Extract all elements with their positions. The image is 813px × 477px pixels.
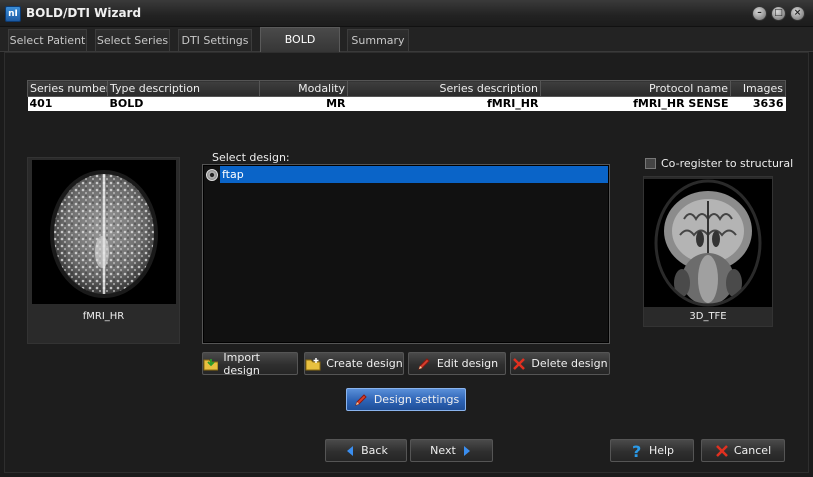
col-series-number[interactable]: Series number <box>27 80 108 97</box>
series-thumbnail-panel: fMRI_HR <box>27 157 180 344</box>
back-button[interactable]: Back <box>325 439 407 462</box>
tab-summary[interactable]: Summary <box>347 29 409 51</box>
svg-text:?: ? <box>632 443 641 459</box>
col-images[interactable]: Images <box>730 80 786 97</box>
cell-modality: MR <box>259 96 348 111</box>
edit-design-label: Edit design <box>436 357 499 370</box>
select-design-label: Select design: <box>212 151 290 164</box>
pencil-icon <box>418 357 430 370</box>
series-table: Series number Type description Modality … <box>27 80 786 111</box>
tab-dti-settings[interactable]: DTI Settings <box>178 29 252 51</box>
create-design-label: Create design <box>326 357 403 370</box>
structural-thumbnail-label: 3D_TFE <box>689 311 727 322</box>
coregister-checkbox[interactable] <box>645 158 656 169</box>
cancel-label: Cancel <box>733 444 772 457</box>
design-list[interactable]: ftap <box>202 164 610 344</box>
help-question-icon: ? <box>632 443 641 459</box>
window-title: BOLD/DTI Wizard <box>26 6 142 20</box>
import-design-label: Import design <box>223 350 260 377</box>
help-label: Help <box>648 444 675 457</box>
app-icon: nI <box>5 6 21 22</box>
close-button[interactable]: × <box>790 6 805 21</box>
structural-thumbnail-panel: 3D_TFE <box>643 176 773 327</box>
arrow-left-icon <box>347 445 354 456</box>
design-settings-button[interactable]: Design settings <box>346 388 466 411</box>
delete-design-label: Delete design <box>531 357 608 370</box>
delete-x-icon <box>513 357 526 370</box>
tab-select-series[interactable]: Select Series <box>95 29 170 51</box>
design-radio[interactable] <box>206 169 218 181</box>
col-series-description[interactable]: Series description <box>347 80 541 97</box>
help-button[interactable]: ? Help <box>610 439 694 462</box>
next-label: Next <box>430 444 456 457</box>
tab-bar: Select Patient Select Series DTI Setting… <box>0 27 813 70</box>
coregister-label: Co-register to structural <box>661 157 794 170</box>
arrow-right-icon <box>463 445 470 456</box>
cancel-x-icon <box>715 444 728 457</box>
col-protocol-name[interactable]: Protocol name <box>540 80 731 97</box>
fmri-brain-image <box>32 160 176 304</box>
pencil-icon <box>355 393 367 406</box>
table-row[interactable]: 401 BOLD MR fMRI_HR fMRI_HR SENSE 3636 <box>27 96 786 111</box>
tab-bold-settings[interactable]: BOLD Settings <box>260 27 340 70</box>
structural-brain-image <box>644 179 772 307</box>
cell-protocol-name: fMRI_HR SENSE <box>540 96 731 111</box>
list-item[interactable]: ftap <box>204 166 608 183</box>
folder-new-icon <box>305 357 321 370</box>
design-settings-label: Design settings <box>373 393 460 406</box>
import-design-button[interactable]: Import design <box>202 350 298 377</box>
cell-images: 3636 <box>730 96 786 111</box>
design-item-label: ftap <box>220 166 608 183</box>
close-icon: × <box>793 8 802 18</box>
create-design-button[interactable]: Create design <box>304 352 404 375</box>
tab-select-patient[interactable]: Select Patient <box>8 29 87 51</box>
minimize-button[interactable]: – <box>752 6 767 21</box>
edit-design-button[interactable]: Edit design <box>408 352 506 375</box>
col-type-description[interactable]: Type description <box>107 80 260 97</box>
table-header-row: Series number Type description Modality … <box>27 80 786 97</box>
delete-design-button[interactable]: Delete design <box>510 352 610 375</box>
back-label: Back <box>361 444 388 457</box>
next-button[interactable]: Next <box>410 439 493 462</box>
maximize-button[interactable]: □ <box>771 6 786 21</box>
title-bar: nI BOLD/DTI Wizard – □ × <box>0 0 813 27</box>
folder-import-icon <box>203 358 219 370</box>
cell-series-description: fMRI_HR <box>347 96 541 111</box>
maximize-icon: □ <box>774 8 783 18</box>
cancel-button[interactable]: Cancel <box>701 439 785 462</box>
series-thumbnail-label: fMRI_HR <box>82 311 125 322</box>
minimize-icon: – <box>757 8 762 18</box>
cell-series-number: 401 <box>27 96 108 111</box>
cell-type-description: BOLD <box>107 96 260 111</box>
col-modality[interactable]: Modality <box>259 80 348 97</box>
